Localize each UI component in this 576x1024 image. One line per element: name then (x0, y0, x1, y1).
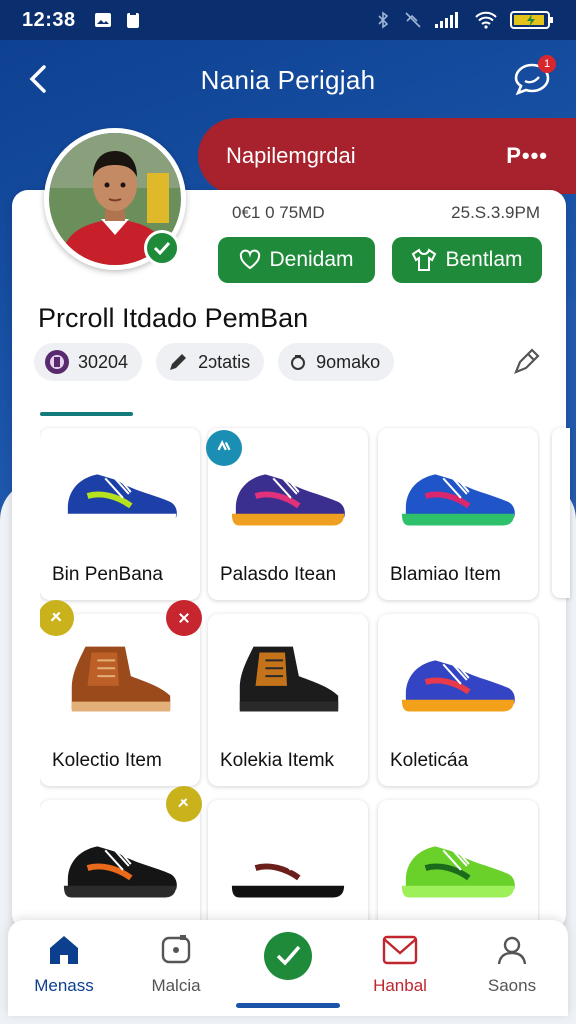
status-bar: 12:38 (0, 0, 576, 40)
shoe-image (401, 846, 515, 898)
heart-check-icon (153, 241, 171, 256)
bluetooth-icon (378, 11, 389, 29)
tag-icon (217, 440, 231, 451)
heart-icon (240, 249, 261, 270)
collection-item[interactable]: Koleticáa (378, 614, 538, 786)
collection-item[interactable]: Blamiao Item (378, 428, 538, 600)
shoe-image (401, 474, 515, 526)
media-icon (161, 935, 191, 964)
collection-item[interactable]: Bin PenBana (40, 428, 200, 600)
side-panel-peek[interactable] (552, 428, 570, 598)
shoe-image (71, 646, 171, 712)
status-icon (178, 798, 189, 808)
shoe-image (231, 474, 345, 526)
chip-rank[interactable]: 30204 (34, 343, 143, 381)
chip-rank-label: 30204 (78, 351, 129, 372)
clipboard-icon (126, 12, 139, 28)
collection-item[interactable] (378, 800, 538, 926)
nav-home-label: Menass (34, 976, 94, 995)
stat-right: 25.S.3.9PM (451, 203, 540, 222)
tab-indicator (40, 412, 133, 416)
ring-icon (291, 355, 306, 370)
profile-banner: Napilemgrdai P••• (198, 118, 576, 194)
primary-action-label: Denidam (269, 248, 354, 271)
chip-stats[interactable]: 2ɔtatis (156, 343, 265, 381)
collection-item[interactable]: Kolekia Itemk (208, 614, 368, 786)
chip-stats-label: 2ɔtatis (198, 351, 251, 372)
profile-name: Prcroll Itdado PemBan (38, 303, 309, 333)
secondary-action-button[interactable]: Bentlam (392, 237, 542, 283)
mail-icon (382, 935, 418, 965)
shoe-image (63, 846, 177, 898)
verified-badge (144, 230, 180, 266)
collection-item-label: Kolekia Itemk (220, 750, 335, 771)
back-button[interactable] (22, 61, 58, 97)
mute-icon (405, 12, 421, 28)
shirt-icon (412, 248, 437, 271)
nav-messages[interactable]: Hanbal (344, 920, 456, 1016)
nav-messages-label: Hanbal (373, 976, 427, 995)
chip-extra[interactable]: 9omako (278, 343, 395, 381)
profile-chips: 30204 2ɔtatis 9omako (34, 343, 395, 381)
tag-icon (50, 611, 62, 622)
collection-grid: Bin PenBana Palasdo Itean Blamiao Item K… (40, 426, 540, 926)
collection-item-label: Bin PenBana (52, 564, 163, 585)
top-app-bar: Nania Perigjah 1 (0, 45, 576, 115)
home-icon (50, 936, 78, 964)
chat-button[interactable]: 1 (512, 55, 556, 99)
collection-item-label: Blamiao Item (390, 564, 501, 585)
gallery-icon (94, 13, 111, 27)
signal-icon (435, 12, 458, 28)
item-status-badge (166, 600, 202, 636)
wifi-icon (475, 11, 497, 29)
nav-center[interactable] (232, 920, 344, 1016)
nav-media[interactable]: Malcia (120, 920, 232, 1016)
notification-badge: 1 (538, 55, 556, 73)
collection-item[interactable] (208, 800, 368, 926)
chip-extra-label: 9omako (316, 351, 381, 372)
primary-action-button[interactable]: Denidam (218, 237, 375, 283)
user-icon (497, 936, 527, 965)
nav-home[interactable]: Menass (8, 920, 120, 1016)
item-tag-badge (40, 600, 74, 636)
collection-item[interactable]: Palasdo Itean (206, 428, 368, 600)
banner-name: Napilemgrdai (226, 143, 356, 168)
nav-profile[interactable]: Saons (456, 920, 568, 1016)
collection-item-label: Kolectio Item (52, 750, 162, 771)
badge-icon (45, 350, 69, 374)
share-icon[interactable] (508, 344, 544, 380)
collection-item-label: Koleticáa (390, 750, 469, 771)
item-status-badge (166, 786, 202, 822)
nav-media-label: Malcia (151, 976, 201, 995)
more-button[interactable]: P••• (506, 143, 548, 169)
pencil-icon (170, 354, 187, 370)
secondary-action-label: Bentlam (445, 248, 523, 271)
home-indicator (236, 1003, 340, 1008)
status-time: 12:38 (22, 8, 76, 31)
shoe-image (231, 846, 345, 898)
collection-item[interactable]: Kolectio Item (40, 600, 202, 786)
bottom-navigation: Menass Malcia Hanbal Saons (8, 920, 568, 1016)
collection-item[interactable] (40, 786, 202, 926)
shoe-image (239, 646, 339, 712)
collection-item-label: Palasdo Itean (220, 564, 337, 585)
page-title: Nania Perigjah (200, 64, 376, 95)
shoe-image (401, 660, 515, 712)
nav-profile-label: Saons (487, 976, 537, 995)
status-icon (179, 613, 189, 623)
check-icon (276, 945, 301, 966)
item-tag-badge (206, 430, 242, 466)
center-action-button[interactable] (264, 932, 312, 980)
stat-left: 0€1 0 75MD (232, 203, 325, 222)
shoe-image (63, 474, 177, 526)
battery-icon (510, 11, 553, 29)
